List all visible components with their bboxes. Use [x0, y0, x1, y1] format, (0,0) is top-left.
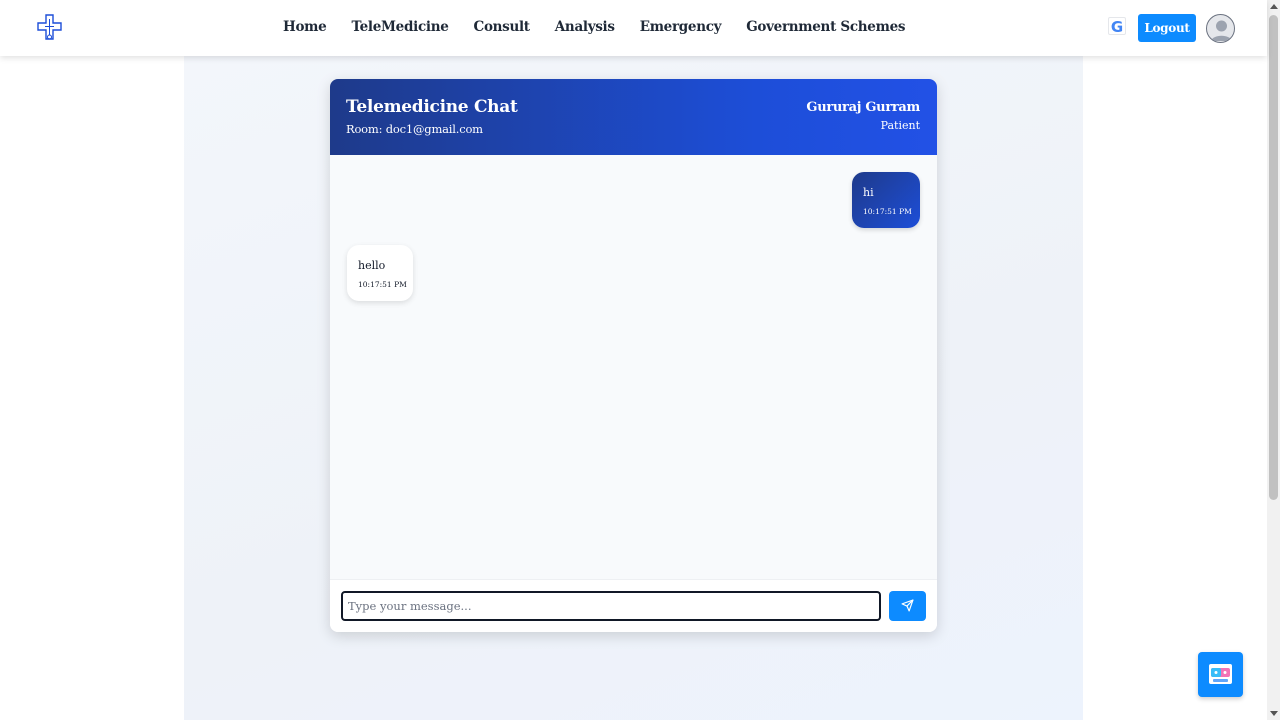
nav-link-telemedicine[interactable]: TeleMedicine — [351, 19, 448, 35]
nav-links: Home TeleMedicine Consult Analysis Emerg… — [283, 19, 905, 35]
top-navbar: Home TeleMedicine Consult Analysis Emerg… — [0, 0, 1267, 56]
message-input[interactable] — [341, 591, 881, 621]
chat-header: Telemedicine Chat Room: doc1@gmail.com G… — [330, 79, 937, 155]
message-text: hi — [863, 186, 874, 199]
message-time: 10:17:51 PM — [863, 207, 912, 216]
logout-button[interactable]: Logout — [1138, 14, 1196, 42]
user-avatar-icon[interactable] — [1206, 14, 1235, 43]
chat-user-name: Gururaj Gurram — [806, 100, 920, 115]
message-bubble-outgoing: hi 10:17:51 PM — [852, 172, 920, 228]
nav-link-consult[interactable]: Consult — [474, 19, 531, 35]
page-scrollbar[interactable] — [1267, 0, 1280, 720]
nav-link-analysis[interactable]: Analysis — [555, 19, 615, 35]
message-bubble-incoming: hello 10:17:51 PM — [347, 245, 413, 301]
scroll-up-arrow-icon[interactable] — [1270, 4, 1278, 9]
chat-room: Room: doc1@gmail.com — [346, 122, 483, 136]
nav-link-government-schemes[interactable]: Government Schemes — [746, 19, 905, 35]
medical-cross-icon[interactable] — [36, 13, 64, 43]
scroll-down-arrow-icon[interactable] — [1270, 711, 1278, 716]
chat-card: Telemedicine Chat Room: doc1@gmail.com G… — [330, 79, 937, 632]
message-time: 10:17:51 PM — [358, 280, 407, 289]
nav-link-emergency[interactable]: Emergency — [640, 19, 722, 35]
send-icon — [901, 599, 914, 612]
chat-user-role: Patient — [880, 119, 920, 132]
message-input-bar — [330, 579, 937, 632]
send-button[interactable] — [889, 591, 926, 621]
chatbot-icon — [1209, 664, 1232, 684]
chat-title: Telemedicine Chat — [346, 97, 518, 117]
message-text: hello — [358, 259, 386, 272]
chatbot-button[interactable] — [1198, 652, 1243, 697]
google-icon[interactable]: G — [1108, 17, 1126, 36]
nav-link-home[interactable]: Home — [283, 19, 327, 35]
scrollbar-thumb[interactable] — [1269, 15, 1278, 500]
message-list[interactable]: hi 10:17:51 PM hello 10:17:51 PM — [330, 155, 937, 579]
